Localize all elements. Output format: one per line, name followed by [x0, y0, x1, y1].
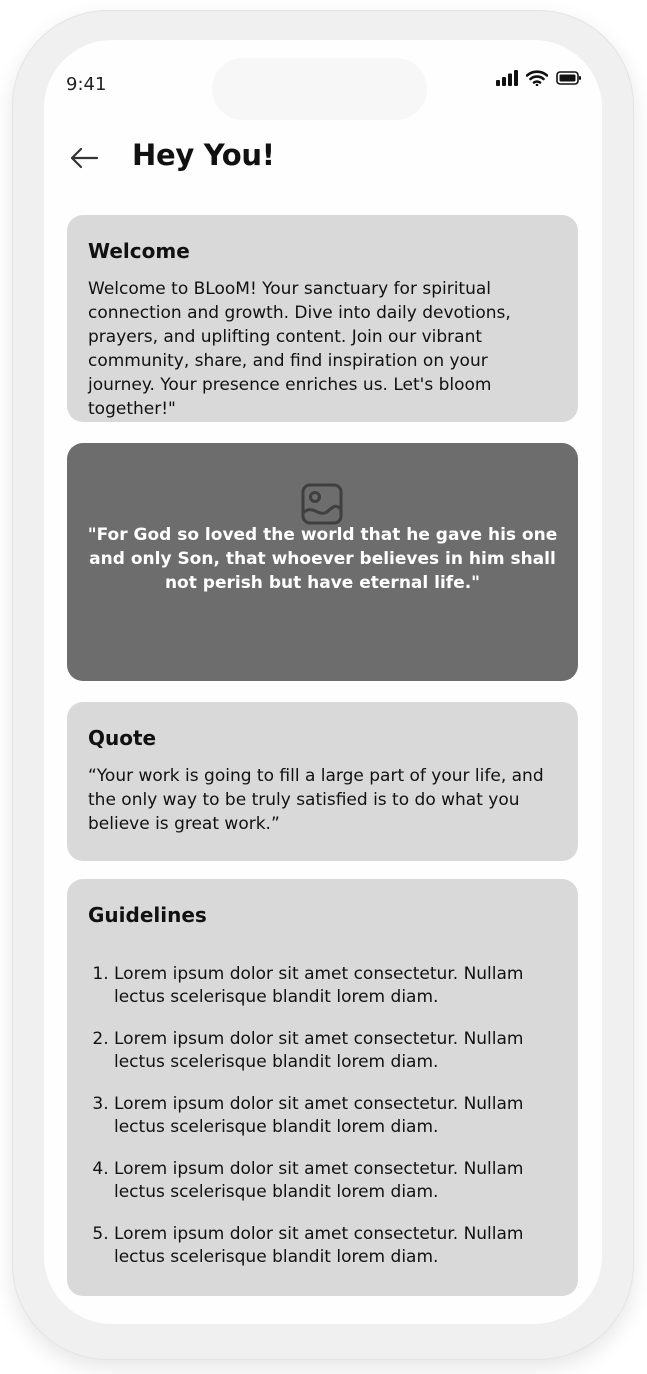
guidelines-card: Guidelines Lorem ipsum dolor sit amet co… [67, 879, 578, 1296]
guidelines-list: Lorem ipsum dolor sit amet consectetur. … [88, 963, 557, 1269]
guideline-item: Lorem ipsum dolor sit amet consectetur. … [114, 963, 557, 1009]
guideline-item: Lorem ipsum dolor sit amet consectetur. … [114, 1223, 557, 1269]
verse-card: "For God so loved the world that he gave… [67, 443, 578, 681]
cellular-signal-icon [496, 70, 518, 86]
dynamic-island [212, 58, 427, 120]
arrow-left-icon [68, 147, 100, 178]
quote-title: Quote [88, 726, 157, 750]
welcome-title: Welcome [88, 239, 190, 263]
quote-body: “Your work is going to fill a large part… [88, 766, 544, 834]
app-screen: 9:41 Hey You! Welcome Welcome to BLooM! … [44, 40, 602, 1324]
battery-icon [556, 71, 582, 85]
phone-frame: 9:41 Hey You! Welcome Welcome to BLooM! … [12, 10, 634, 1360]
guidelines-title: Guidelines [88, 903, 207, 927]
status-time: 9:41 [66, 74, 107, 95]
wifi-icon [526, 70, 548, 86]
verse-text: "For God so loved the world that he gave… [87, 525, 558, 593]
guideline-item: Lorem ipsum dolor sit amet consectetur. … [114, 1028, 557, 1074]
welcome-card: Welcome Welcome to BLooM! Your sanctuary… [67, 215, 578, 422]
welcome-body: Welcome to BLooM! Your sanctuary for spi… [88, 279, 511, 419]
page-title: Hey You! [132, 138, 275, 172]
status-icons [496, 70, 582, 86]
guideline-item: Lorem ipsum dolor sit amet consectetur. … [114, 1093, 557, 1139]
quote-card: Quote “Your work is going to fill a larg… [67, 702, 578, 861]
guideline-item: Lorem ipsum dolor sit amet consectetur. … [114, 1158, 557, 1204]
back-button[interactable] [68, 142, 100, 178]
